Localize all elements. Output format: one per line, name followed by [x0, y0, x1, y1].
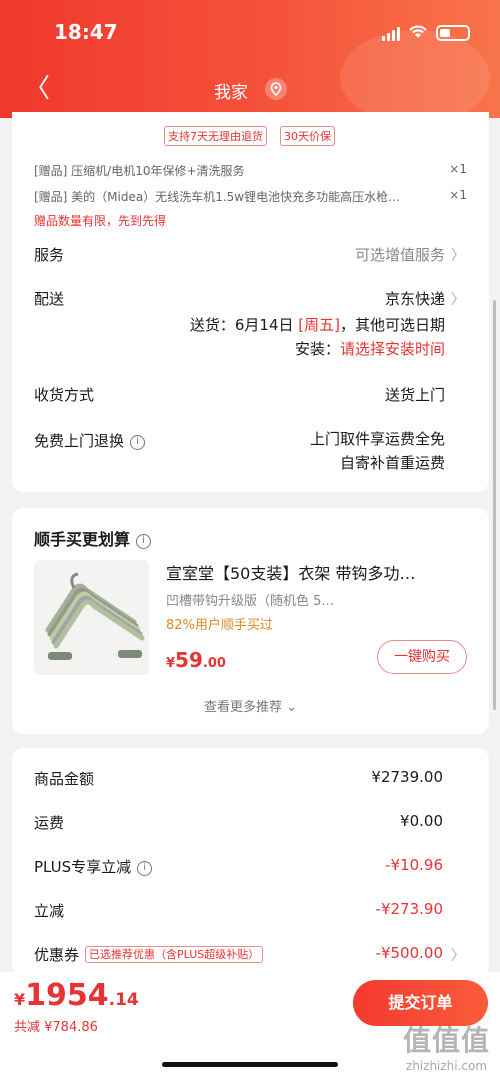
price-currency: ¥: [166, 656, 176, 671]
product-title[interactable]: 宣室堂【50支装】衣架 带钩多功…: [166, 560, 415, 584]
recommend-title: 顺手买更划算 i: [34, 526, 152, 550]
recommend-title-text: 顺手买更划算: [34, 530, 131, 549]
info-icon[interactable]: i: [137, 861, 153, 876]
delivery-label: 配送: [34, 290, 65, 308]
info-icon[interactable]: i: [136, 534, 152, 549]
return-service-line2: 自寄补首重运费: [339, 454, 445, 472]
chevron-right-icon[interactable]: 〉: [451, 945, 465, 965]
delivery-weekday: [周五]: [298, 316, 340, 334]
gift-item[interactable]: [赠品] 美的（Midea）无线洗车机1.5w锂电池快充多功能高压水枪…: [34, 188, 400, 205]
address-title[interactable]: 我家: [214, 78, 248, 103]
summary-label: 立减: [34, 902, 65, 920]
scrollbar[interactable]: [493, 300, 496, 710]
summary-label: PLUS专享立减 i: [34, 856, 153, 877]
watermark-url: zhizhizhi.com: [405, 1059, 488, 1073]
chevron-right-icon[interactable]: 〉: [451, 245, 465, 265]
return-service-label: 免费上门退换 i: [34, 430, 146, 451]
total-price: ¥1954.14: [14, 978, 139, 1013]
status-icons: [382, 24, 470, 41]
delivery-date-prefix: 送货：6月14日: [189, 316, 299, 334]
total-discount: 共减 ¥784.86: [14, 1020, 98, 1035]
delivery-date[interactable]: 送货：6月14日 [周五]，其他可选日期: [190, 314, 445, 335]
product-image[interactable]: [34, 560, 149, 675]
summary-value: ¥0.00: [400, 812, 443, 830]
delivery-date-suffix: ，其他可选日期: [339, 316, 445, 334]
chevron-right-icon[interactable]: 〉: [451, 289, 465, 309]
coupon-label-text: 优惠券: [34, 946, 80, 964]
gift-note: 赠品数量有限，先到先得: [34, 214, 167, 228]
battery-icon: [436, 25, 470, 41]
location-pin-icon[interactable]: [265, 78, 287, 100]
receive-value[interactable]: 送货上门: [385, 384, 445, 405]
delivery-carrier[interactable]: 京东快递: [385, 288, 445, 309]
home-indicator[interactable]: [162, 1062, 338, 1067]
service-tag-price-protect: 30天价保: [280, 126, 335, 146]
summary-label: 运费: [34, 814, 65, 832]
total-int: 1954: [25, 978, 109, 1013]
coupon-label[interactable]: 优惠券 已选推荐优惠（含PLUS超级补贴）: [34, 944, 264, 965]
back-button[interactable]: 〈: [24, 76, 50, 102]
price-int: 59: [175, 648, 203, 672]
price-summary-card: 商品金额 ¥2739.00 运费 ¥0.00 PLUS专享立减 i -¥10.96…: [12, 748, 489, 978]
gift-item[interactable]: [赠品] 压缩机/电机10年保修+清洗服务: [34, 162, 245, 179]
status-time: 18:47: [54, 20, 118, 44]
summary-value: -¥10.96: [385, 856, 443, 874]
return-service-line1: 上门取件享运费全免: [309, 430, 445, 448]
receive-label: 收货方式: [34, 386, 95, 404]
summary-value: ¥2739.00: [371, 768, 443, 786]
watermark: 值值值 zhizhizhi.com: [403, 1019, 490, 1073]
gift-qty: ×1: [449, 162, 467, 176]
product-subtitle: 凹槽带钩升级版（随机色 5...: [166, 594, 334, 609]
coupon-value[interactable]: -¥500.00: [376, 944, 443, 962]
install-value: 请选择安装时间: [339, 340, 445, 358]
quick-buy-button[interactable]: 一键购买: [377, 640, 467, 674]
gift-qty: ×1: [449, 188, 467, 202]
plus-label-text: PLUS专享立减: [34, 858, 132, 876]
install-prefix: 安装：: [294, 340, 340, 358]
summary-label: 商品金额: [34, 770, 95, 788]
install-time[interactable]: 安装：请选择安装时间: [295, 338, 445, 359]
coupon-tag: 已选推荐优惠（含PLUS超级补贴）: [85, 946, 264, 963]
return-service-text: 免费上门退换: [34, 432, 125, 450]
service-value[interactable]: 可选增值服务: [355, 244, 445, 265]
product-price: ¥59.00: [166, 648, 226, 672]
service-label: 服务: [34, 246, 65, 264]
total-currency: ¥: [14, 990, 26, 1009]
header-bar: 18:47 〈 我家: [0, 0, 500, 118]
signal-icon: [382, 27, 400, 41]
price-dec: .00: [202, 656, 226, 671]
info-icon[interactable]: i: [130, 435, 146, 450]
recommend-card: 顺手买更划算 i 宣室堂【50支装】衣架 带钩多功… 凹槽带钩升级版（随机色 5.…: [12, 508, 489, 734]
watermark-logo: 值值值: [402, 1024, 490, 1057]
more-recommend-link[interactable]: 查看更多推荐 ⌄: [12, 696, 489, 715]
total-dec: .14: [108, 990, 139, 1010]
product-popularity: 82%用户顺手买过: [166, 618, 273, 633]
order-details-card: 支持7天无理由退货 30天价保 [赠品] 压缩机/电机10年保修+清洗服务 ×1…: [12, 112, 489, 492]
wifi-icon: [408, 24, 428, 41]
service-tag-return: 支持7天无理由退货: [164, 126, 267, 146]
summary-value: -¥273.90: [375, 900, 443, 918]
